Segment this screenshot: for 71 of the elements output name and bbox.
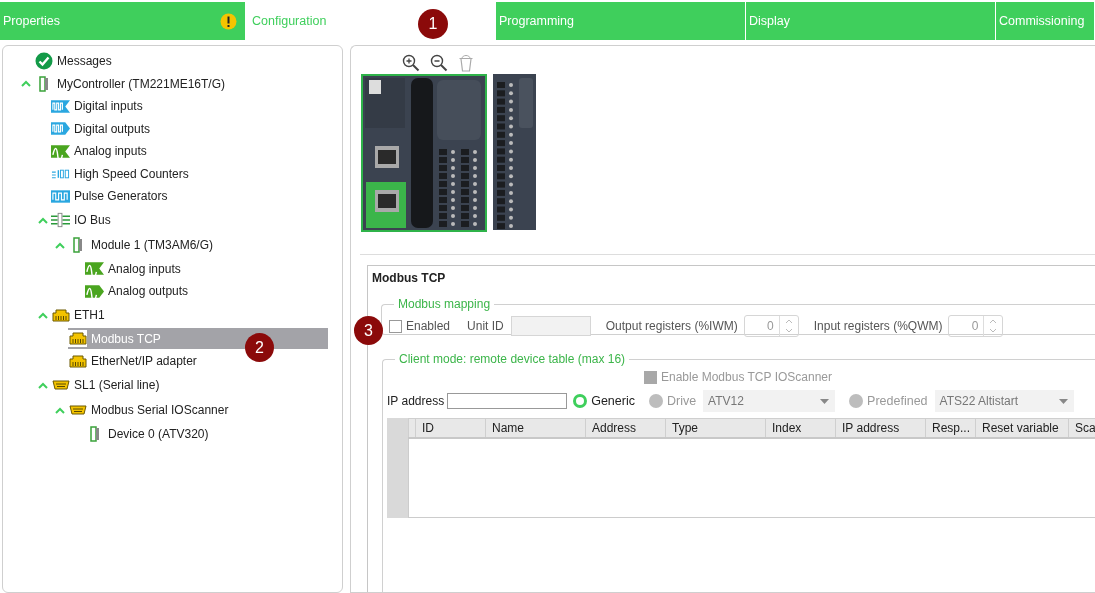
tree-item[interactable]: Modbus Serial IOScanner (68, 399, 233, 421)
tree-item[interactable]: Analog outputs (85, 280, 193, 302)
column-header[interactable]: Resp... (925, 419, 975, 437)
chevron-icon[interactable] (37, 381, 48, 389)
chevron-icon[interactable] (37, 311, 48, 319)
zoom-out-icon[interactable] (430, 54, 448, 72)
tree-item[interactable]: Module 1 (TM3AM6/G) (68, 234, 218, 256)
tree-item[interactable]: Device 0 (ATV320) (85, 423, 213, 445)
pulse-icon (51, 122, 70, 136)
field-label: Unit ID (467, 319, 504, 333)
column-header[interactable]: Sca (1068, 419, 1095, 437)
chevron-icon[interactable] (20, 80, 31, 88)
tree-item[interactable]: Analog inputs (51, 140, 151, 162)
wave-icon (51, 144, 70, 158)
ethernet-port-icon (51, 308, 70, 322)
pulse-icon (51, 189, 70, 203)
controller-drawing[interactable] (361, 74, 487, 232)
pulse-icon (51, 99, 70, 113)
ethernet-port-icon (68, 332, 87, 346)
radio-button[interactable] (573, 394, 588, 408)
tree-item[interactable]: SL1 (Serial line) (51, 374, 164, 396)
tree-item[interactable]: Analog inputs (85, 258, 185, 280)
column-header[interactable]: Index (765, 419, 835, 437)
tree-item[interactable]: ETH1 (51, 304, 109, 326)
wave-icon (85, 284, 104, 298)
ethernet-port-icon (68, 354, 87, 368)
trash-icon[interactable] (458, 54, 474, 72)
chevron-icon[interactable] (54, 241, 65, 249)
group-title: Modbus mapping (397, 297, 492, 311)
module-icon (38, 75, 49, 92)
checkbox[interactable] (389, 319, 402, 333)
caret-icon (820, 398, 830, 404)
caret-icon (1058, 398, 1068, 404)
chevron-icon[interactable] (54, 406, 65, 414)
wave-icon (85, 262, 104, 276)
column-header[interactable]: IP address (835, 419, 925, 437)
io-module-drawing[interactable] (493, 74, 536, 230)
tree-item[interactable]: Digital inputs (51, 95, 147, 117)
section-title: Modbus TCP (372, 271, 447, 285)
bus-icon (51, 212, 70, 228)
serial-port-icon (68, 405, 87, 415)
tree-item[interactable]: High Speed Counters (51, 163, 193, 185)
checkbox-label: Enable Modbus TCP IOScanner (661, 370, 832, 384)
tree-item[interactable]: MyController (TM221ME16T/G) (34, 73, 230, 95)
callout-badge: 3 (354, 316, 383, 345)
radio-label: Generic (591, 394, 635, 408)
tree-item[interactable]: Messages (34, 50, 116, 72)
module-icon (72, 237, 83, 253)
zoom-in-icon[interactable] (402, 54, 420, 72)
tree-item[interactable]: IO Bus (51, 209, 115, 231)
field-label: Output registers (%IWM) (605, 319, 738, 333)
tree-item[interactable]: Pulse Generators (51, 185, 172, 207)
input-field[interactable] (447, 393, 568, 409)
column-header[interactable]: Reset variable (975, 419, 1068, 437)
field-label: Input registers (%QWM) (813, 319, 943, 333)
chevron-icon[interactable] (37, 216, 48, 224)
module-icon (89, 425, 100, 442)
tree-item[interactable]: Digital outputs (51, 118, 155, 140)
field-label: IP address (387, 394, 445, 408)
column-header[interactable]: ID (415, 419, 485, 437)
check-icon (34, 52, 53, 71)
serial-port-icon (51, 380, 70, 390)
group-title: Client mode: remote device table (max 16) (398, 352, 627, 366)
column-header[interactable]: Name (485, 419, 585, 437)
radio-label: Drive (666, 394, 697, 408)
counter-icon (51, 167, 70, 180)
radio-label: Predefined (867, 394, 928, 408)
tree-item[interactable]: EtherNet/IP adapter (68, 350, 201, 372)
column-header[interactable]: Type (665, 419, 765, 437)
checkbox-label: Enabled (406, 319, 451, 333)
column-header[interactable]: Address (585, 419, 665, 437)
